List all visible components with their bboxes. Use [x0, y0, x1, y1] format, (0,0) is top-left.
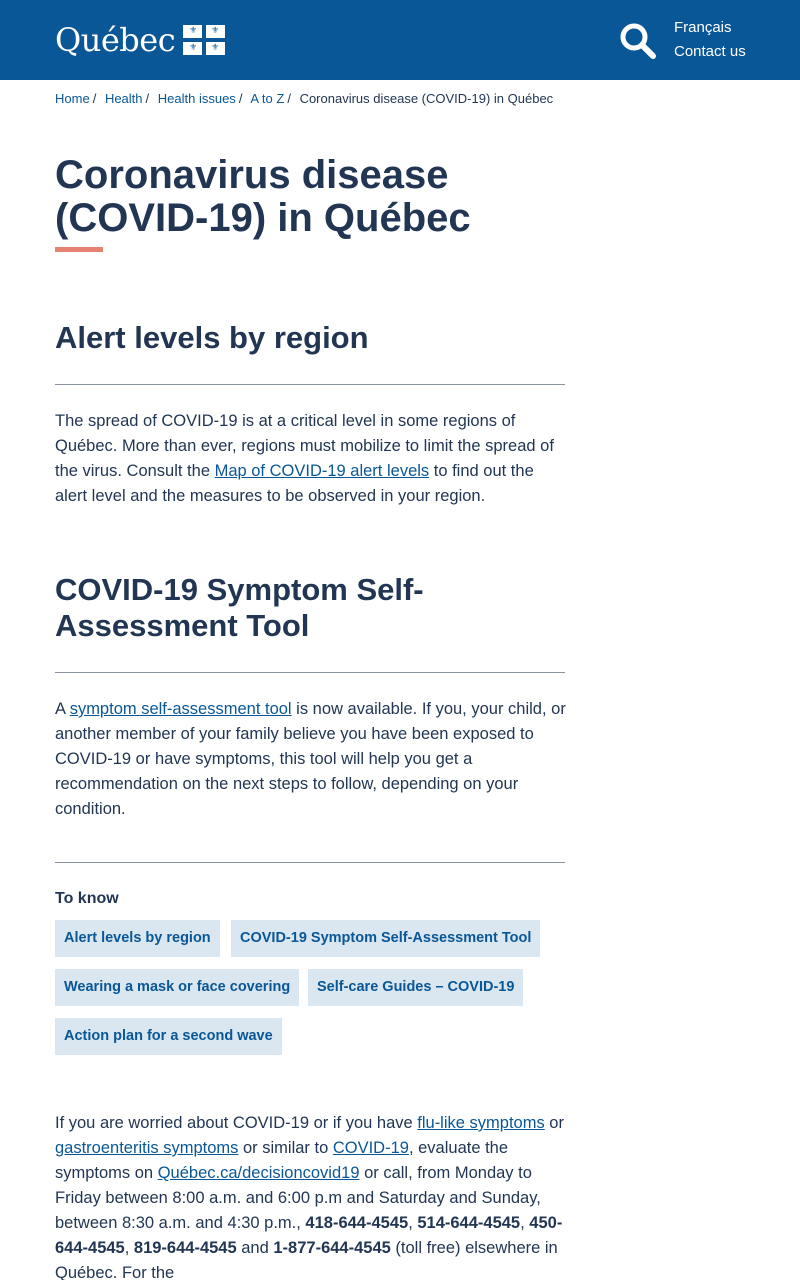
alert-levels-paragraph: The spread of COVID-19 is at a critical … [55, 409, 567, 509]
separator-text: , [408, 1214, 418, 1232]
page-title: Coronavirus disease (COVID-19) in Québec [55, 153, 471, 240]
gastroenteritis-symptoms-link[interactable]: gastroenteritis symptoms [55, 1139, 238, 1157]
tool-text-1: A [55, 700, 70, 718]
chip-second-wave-plan[interactable]: Action plan for a second wave [55, 1018, 282, 1055]
flu-like-symptoms-link[interactable]: flu-like symptoms [417, 1114, 544, 1132]
search-button[interactable] [619, 22, 657, 60]
breadcrumb-current: Coronavirus disease (COVID-19) in Québec [299, 91, 554, 106]
section-divider [55, 384, 565, 385]
self-assessment-heading: COVID-19 Symptom Self-Assessment Tool [55, 572, 424, 643]
breadcrumb-health[interactable]: Health [105, 91, 143, 106]
phone-quebec-city: 418-644-4545 [305, 1214, 409, 1232]
self-assessment-tool-link[interactable]: symptom self-assessment tool [70, 700, 292, 718]
alert-map-link[interactable]: Map of COVID-19 alert levels [215, 462, 430, 480]
title-accent-bar [55, 247, 103, 252]
to-know-label: To know [55, 890, 119, 907]
info-paragraph: If you are worried about COVID-19 or if … [55, 1111, 567, 1280]
contact-us-link[interactable]: Contact us [674, 40, 746, 64]
alert-levels-heading: Alert levels by region [55, 320, 369, 355]
language-link-francais[interactable]: Français [674, 16, 746, 40]
breadcrumb-a-to-z[interactable]: A to Z [250, 91, 284, 106]
separator-text: , [124, 1239, 134, 1257]
covid-19-link[interactable]: COVID-19 [333, 1139, 409, 1157]
chip-wearing-mask[interactable]: Wearing a mask or face covering [55, 969, 300, 1006]
phone-montreal: 514-644-4545 [417, 1214, 521, 1232]
section-divider [55, 672, 565, 673]
self-assessment-paragraph: A symptom self-assessment tool is now av… [55, 697, 567, 822]
breadcrumb-home[interactable]: Home [55, 91, 90, 106]
breadcrumb-health-issues[interactable]: Health issues [158, 91, 236, 106]
logo-wordmark: Québec [55, 21, 176, 59]
decisioncovid19-link[interactable]: Québec.ca/decisioncovid19 [158, 1164, 360, 1182]
fleur-de-lis-flag-icon: ⚜ ⚜ ⚜ ⚜ [183, 25, 226, 55]
header-links: Français Contact us [674, 16, 746, 64]
site-header: Québec ⚜ ⚜ ⚜ ⚜ Français Contact us [0, 0, 800, 80]
chip-self-care-guides[interactable]: Self-care Guides – COVID-19 [308, 969, 524, 1006]
breadcrumb: Home / Health / Health issues / A to Z / Cor… [55, 91, 554, 106]
chip-alert-levels[interactable]: Alert levels by region [55, 920, 220, 957]
info-text: or [544, 1114, 564, 1132]
info-text: If you are worried about COVID-19 or if … [55, 1114, 418, 1132]
search-icon [620, 23, 656, 59]
quebec-logo[interactable]: Québec ⚜ ⚜ ⚜ ⚜ [55, 21, 226, 59]
separator-text: , [520, 1214, 530, 1232]
phone-819: 819-644-4545 [133, 1239, 237, 1257]
phone-toll-free: 1-877-644-4545 [273, 1239, 391, 1257]
info-text: or similar to [238, 1139, 333, 1157]
info-text: and [236, 1239, 274, 1257]
section-divider [55, 862, 565, 863]
chip-self-assessment-tool[interactable]: COVID-19 Symptom Self-Assessment Tool [231, 920, 541, 957]
